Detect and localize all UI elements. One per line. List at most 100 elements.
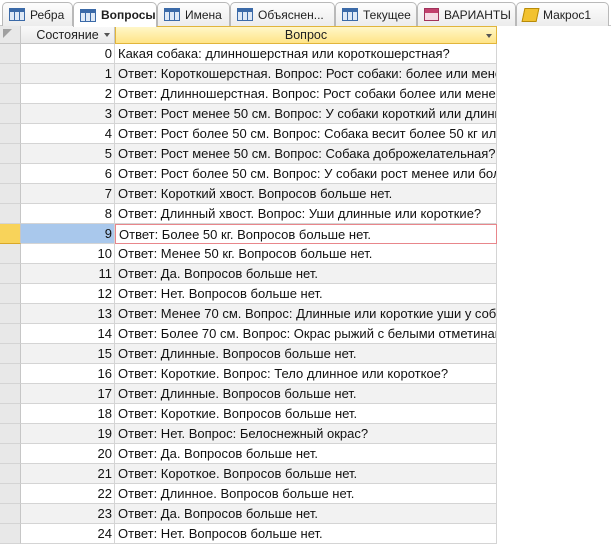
cell-state[interactable]: 14 <box>21 324 115 344</box>
table-row[interactable]: 3 Ответ: Рост менее 50 см. Вопрос: У соба… <box>0 104 611 124</box>
table-row[interactable]: 22 Ответ: Длинное. Вопросов больше нет. <box>0 484 611 504</box>
cell-state[interactable]: 8 <box>21 204 115 224</box>
row-selector[interactable] <box>0 164 21 184</box>
table-row[interactable]: 23 Ответ: Да. Вопросов больше нет. <box>0 504 611 524</box>
table-row[interactable]: 19 Ответ: Нет. Вопрос: Белоснежный окрас? <box>0 424 611 444</box>
cell-state[interactable]: 0 <box>21 44 115 64</box>
cell-question[interactable]: Ответ: Длинные. Вопросов больше нет. <box>115 344 497 364</box>
cell-state[interactable]: 2 <box>21 84 115 104</box>
column-header-state[interactable]: Состояние <box>21 26 115 44</box>
row-selector[interactable] <box>0 484 21 504</box>
cell-question[interactable]: Ответ: Короткие. Вопросов больше нет. <box>115 404 497 424</box>
tab-voprosy[interactable]: Вопросы <box>73 2 157 27</box>
row-selector[interactable] <box>0 144 21 164</box>
cell-state[interactable]: 6 <box>21 164 115 184</box>
cell-state[interactable]: 15 <box>21 344 115 364</box>
table-row[interactable]: 18 Ответ: Короткие. Вопросов больше нет. <box>0 404 611 424</box>
cell-state[interactable]: 18 <box>21 404 115 424</box>
row-selector[interactable] <box>0 424 21 444</box>
table-row[interactable]: 17 Ответ: Длинные. Вопросов больше нет. <box>0 384 611 404</box>
table-row[interactable]: 20 Ответ: Да. Вопросов больше нет. <box>0 444 611 464</box>
cell-state[interactable]: 23 <box>21 504 115 524</box>
row-selector[interactable] <box>0 184 21 204</box>
row-selector[interactable] <box>0 244 21 264</box>
cell-question[interactable]: Ответ: Длинный хвост. Вопрос: Уши длинны… <box>115 204 497 224</box>
cell-question[interactable]: Ответ: Короткое. Вопросов больше нет. <box>115 464 497 484</box>
table-row[interactable]: 15 Ответ: Длинные. Вопросов больше нет. <box>0 344 611 364</box>
cell-state[interactable]: 22 <box>21 484 115 504</box>
cell-state[interactable]: 10 <box>21 244 115 264</box>
cell-question[interactable]: Ответ: Нет. Вопросов больше нет. <box>115 524 497 544</box>
chevron-down-icon[interactable] <box>104 33 110 37</box>
cell-state[interactable]: 7 <box>21 184 115 204</box>
cell-question[interactable]: Ответ: Да. Вопросов больше нет. <box>115 504 497 524</box>
row-selector[interactable] <box>0 304 21 324</box>
row-selector[interactable] <box>0 204 21 224</box>
tab-tekushchee[interactable]: Текущее <box>335 2 417 26</box>
tab-imena[interactable]: Имена <box>157 2 230 26</box>
row-selector[interactable] <box>0 464 21 484</box>
row-selector[interactable] <box>0 44 21 64</box>
cell-question[interactable]: Ответ: Рост менее 50 см. Вопрос: Собака … <box>115 144 497 164</box>
table-row[interactable]: 12 Ответ: Нет. Вопросов больше нет. <box>0 284 611 304</box>
row-selector[interactable] <box>0 364 21 384</box>
row-selector[interactable] <box>0 384 21 404</box>
cell-state[interactable]: 24 <box>21 524 115 544</box>
table-row[interactable]: 24 Ответ: Нет. Вопросов больше нет. <box>0 524 611 544</box>
select-all-button[interactable] <box>0 26 21 44</box>
cell-state[interactable]: 19 <box>21 424 115 444</box>
cell-question[interactable]: Ответ: Нет. Вопрос: Белоснежный окрас? <box>115 424 497 444</box>
cell-question[interactable]: Ответ: Рост более 50 см. Вопрос: Собака … <box>115 124 497 144</box>
cell-state[interactable]: 20 <box>21 444 115 464</box>
table-row[interactable]: 6 Ответ: Рост более 50 см. Вопрос: У соба… <box>0 164 611 184</box>
row-selector[interactable] <box>0 284 21 304</box>
tab-obyasneniya[interactable]: Объяснен... <box>230 2 335 26</box>
row-selector[interactable] <box>0 64 21 84</box>
row-selector[interactable] <box>0 104 21 124</box>
cell-state[interactable]: 17 <box>21 384 115 404</box>
cell-state[interactable]: 5 <box>21 144 115 164</box>
cell-question[interactable]: Ответ: Короткошерстная. Вопрос: Рост соб… <box>115 64 497 84</box>
row-selector[interactable] <box>0 224 21 244</box>
row-selector[interactable] <box>0 444 21 464</box>
tab-makros1[interactable]: Макрос1 <box>516 2 609 26</box>
column-header-question[interactable]: Вопрос <box>115 26 497 44</box>
table-row[interactable]: 21 Ответ: Короткое. Вопросов больше нет. <box>0 464 611 484</box>
row-selector[interactable] <box>0 264 21 284</box>
table-row[interactable]: 9 Ответ: Более 50 кг. Вопросов больше нет… <box>0 224 611 244</box>
cell-state[interactable]: 13 <box>21 304 115 324</box>
cell-question[interactable]: Ответ: Более 70 см. Вопрос: Окрас рыжий … <box>115 324 497 344</box>
cell-question[interactable]: Ответ: Длинные. Вопросов больше нет. <box>115 384 497 404</box>
table-row[interactable]: 4 Ответ: Рост более 50 см. Вопрос: Собака… <box>0 124 611 144</box>
cell-question[interactable]: Ответ: Короткие. Вопрос: Тело длинное ил… <box>115 364 497 384</box>
cell-question[interactable]: Ответ: Короткий хвост. Вопросов больше н… <box>115 184 497 204</box>
cell-state[interactable]: 3 <box>21 104 115 124</box>
cell-state[interactable]: 4 <box>21 124 115 144</box>
table-row[interactable]: 1 Ответ: Короткошерстная. Вопрос: Рост со… <box>0 64 611 84</box>
cell-question[interactable]: Ответ: Длинношерстная. Вопрос: Рост соба… <box>115 84 497 104</box>
row-selector[interactable] <box>0 404 21 424</box>
cell-question[interactable]: Ответ: Да. Вопросов больше нет. <box>115 264 497 284</box>
table-row[interactable]: 7 Ответ: Короткий хвост. Вопросов больше … <box>0 184 611 204</box>
cell-state[interactable]: 1 <box>21 64 115 84</box>
row-selector[interactable] <box>0 124 21 144</box>
cell-question[interactable]: Ответ: Нет. Вопросов больше нет. <box>115 284 497 304</box>
cell-question[interactable]: Ответ: Рост более 50 см. Вопрос: У собак… <box>115 164 497 184</box>
cell-question[interactable]: Ответ: Длинное. Вопросов больше нет. <box>115 484 497 504</box>
cell-question[interactable]: Ответ: Более 50 кг. Вопросов больше нет. <box>115 224 497 244</box>
row-selector[interactable] <box>0 524 21 544</box>
cell-state[interactable]: 12 <box>21 284 115 304</box>
table-row[interactable]: 11 Ответ: Да. Вопросов больше нет. <box>0 264 611 284</box>
table-row[interactable]: 10 Ответ: Менее 50 кг. Вопросов больше не… <box>0 244 611 264</box>
table-row[interactable]: 13 Ответ: Менее 70 см. Вопрос: Длинные ил… <box>0 304 611 324</box>
tab-rebra[interactable]: Ребра <box>2 2 73 26</box>
table-row[interactable]: 16 Ответ: Короткие. Вопрос: Тело длинное … <box>0 364 611 384</box>
tab-varianty[interactable]: ВАРИАНТЫ <box>417 2 516 26</box>
table-row[interactable]: 8 Ответ: Длинный хвост. Вопрос: Уши длинн… <box>0 204 611 224</box>
cell-state[interactable]: 11 <box>21 264 115 284</box>
row-selector[interactable] <box>0 344 21 364</box>
cell-state[interactable]: 21 <box>21 464 115 484</box>
table-row[interactable]: 5 Ответ: Рост менее 50 см. Вопрос: Собака… <box>0 144 611 164</box>
row-selector[interactable] <box>0 504 21 524</box>
cell-state[interactable]: 16 <box>21 364 115 384</box>
